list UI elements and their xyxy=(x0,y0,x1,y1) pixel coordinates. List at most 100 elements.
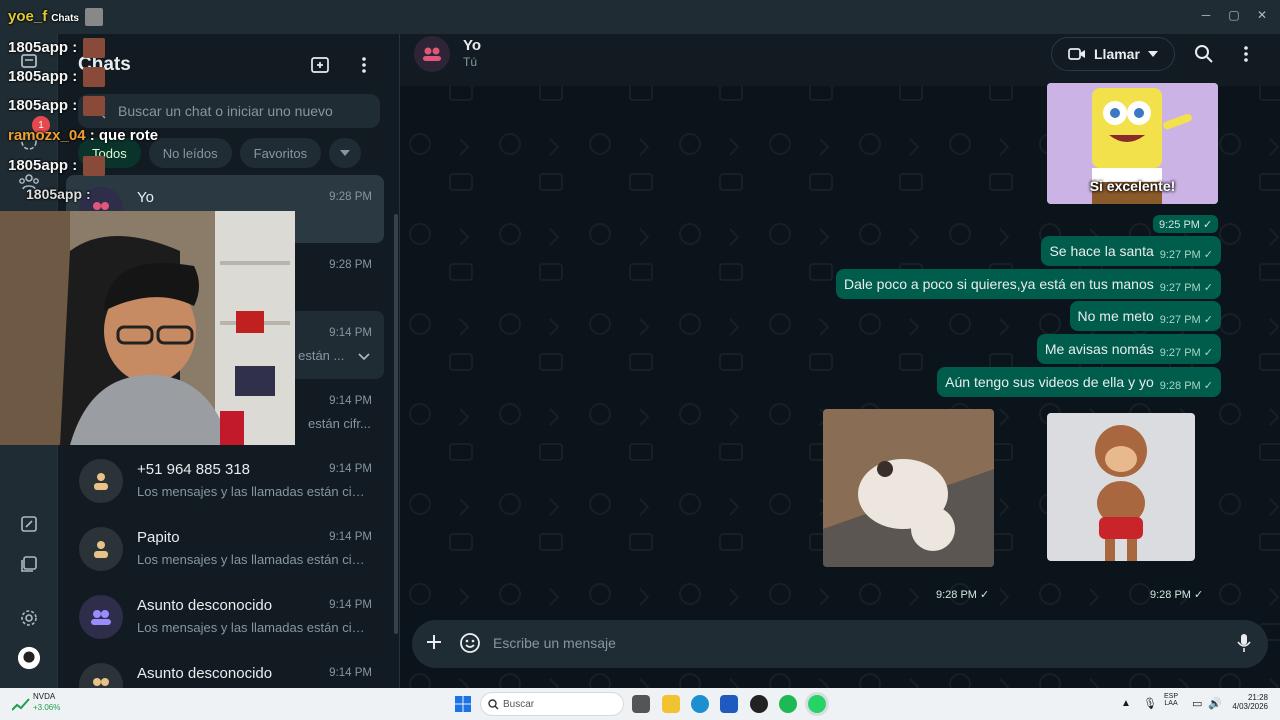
filter-favoritos[interactable]: Favoritos xyxy=(239,138,322,168)
media-gallery-icon[interactable] xyxy=(17,552,41,576)
sticker-caption: Si excelente! xyxy=(1089,178,1176,194)
menu-kebab-icon[interactable] xyxy=(1236,44,1256,69)
lang-top: ESP xyxy=(1164,693,1179,700)
overlay-message: 1805app : xyxy=(8,67,106,87)
message-input[interactable]: Escribe un mensaje xyxy=(493,635,616,651)
search-icon[interactable] xyxy=(1194,44,1214,69)
widget-change: +3.06% xyxy=(33,703,61,712)
emote-image xyxy=(83,96,106,116)
task-view-icon[interactable] xyxy=(632,695,650,713)
chat-row[interactable]: Asunto desconocido 9:14 PM Los mensajes … xyxy=(66,583,384,651)
message-text: Se hace la santa xyxy=(1049,243,1154,259)
overlay-user: ramozx_04 xyxy=(8,127,86,144)
filter-no-leidos[interactable]: No leídos xyxy=(148,138,232,168)
message-bubble[interactable]: No me meto 9:27 PM ✓ xyxy=(1069,301,1221,331)
search-icon xyxy=(488,699,499,710)
menu-kebab-icon[interactable] xyxy=(353,54,377,78)
chat-time: 9:14 PM xyxy=(329,395,372,407)
group-avatar-icon[interactable] xyxy=(414,36,450,72)
chat-row[interactable]: Asunto desconocido 9:14 PM xyxy=(66,651,384,688)
message-bubble[interactable]: Se hace la santa 9:27 PM ✓ xyxy=(1041,236,1221,266)
chat-name: Yo xyxy=(137,189,154,206)
new-chat-icon[interactable] xyxy=(309,54,333,78)
message-time: 9:25 PM ✓ xyxy=(1153,215,1219,233)
title-bar: ─ ▢ ✕ xyxy=(0,0,1280,34)
filter-more-button[interactable] xyxy=(329,138,362,168)
call-label: Llamar xyxy=(1094,46,1140,62)
message-composer: Escribe un mensaje xyxy=(412,620,1268,668)
call-button[interactable]: Llamar xyxy=(1051,37,1175,71)
chevron-down-icon[interactable] xyxy=(358,348,370,366)
chat-list-scrollbar[interactable] xyxy=(394,214,398,634)
gif-puppy-image[interactable] xyxy=(823,409,994,567)
microphone-icon[interactable] xyxy=(1236,632,1252,659)
taskbar-search-label: Buscar xyxy=(503,698,535,710)
webcam-overlay xyxy=(0,211,295,445)
overlay-text: : que rote xyxy=(89,127,159,144)
whatsapp-icon[interactable] xyxy=(808,695,826,713)
chevron-down-icon xyxy=(340,150,351,156)
person-avatar-icon xyxy=(79,527,123,571)
contact-name[interactable]: Yo xyxy=(463,37,481,54)
network-icon[interactable]: ▭ xyxy=(1192,697,1202,710)
taskbar-search[interactable]: Buscar xyxy=(480,692,624,716)
overlay-user: yoe_f xyxy=(8,8,48,25)
message-text: No me meto xyxy=(1077,308,1154,324)
message-bubble[interactable]: Me avisas nomás 9:27 PM ✓ xyxy=(1036,334,1221,364)
chart-trend-icon xyxy=(12,698,30,711)
chat-time: 9:28 PM xyxy=(329,191,372,203)
group-avatar-icon xyxy=(79,663,123,688)
search-input[interactable]: Buscar un chat o iniciar uno nuevo xyxy=(78,94,380,128)
video-camera-icon xyxy=(1068,48,1085,60)
language-indicator[interactable]: ESP LAA xyxy=(1164,693,1178,707)
obs-icon[interactable] xyxy=(750,695,768,713)
message-text: Aún tengo sus videos de ella y yo xyxy=(945,374,1154,390)
starred-messages-icon[interactable] xyxy=(17,512,41,536)
emoji-sticker-icon[interactable] xyxy=(459,632,481,659)
group-avatar-icon xyxy=(79,595,123,639)
profile-avatar[interactable] xyxy=(17,646,41,670)
clock[interactable]: 21:28 4/03/2026 xyxy=(1226,693,1268,711)
chat-row[interactable]: Papito 9:14 PM Los mensajes y las llamad… xyxy=(66,515,384,583)
chat-time: 9:14 PM xyxy=(329,327,372,339)
chevron-up-icon[interactable]: ▲ xyxy=(1121,698,1131,709)
message-time: 9:28 PM ✓ xyxy=(936,588,990,601)
overlay-text: : xyxy=(85,186,91,202)
clock-time: 21:28 xyxy=(1247,693,1268,702)
overlay-message: ramozx_04 : que rote xyxy=(8,127,158,144)
emote-image xyxy=(83,156,106,176)
overlay-text: : xyxy=(72,67,78,85)
chat-time: 9:14 PM xyxy=(329,531,372,543)
overlay-message: 1805app : xyxy=(8,156,106,176)
chat-name: Asunto desconocido xyxy=(137,665,273,682)
conversation-header: Yo Tú Llamar xyxy=(400,34,1280,86)
minimize-button[interactable]: ─ xyxy=(1196,8,1216,22)
settings-gear-icon[interactable] xyxy=(17,606,41,630)
volume-icon[interactable]: 🔊 xyxy=(1208,697,1222,710)
message-bubble[interactable]: Aún tengo sus videos de ella y yo 9:28 P… xyxy=(937,367,1221,397)
gif-monkey-image[interactable] xyxy=(1047,413,1195,561)
windows-start-icon[interactable] xyxy=(455,696,473,714)
microphone-icon[interactable]: 🎙 xyxy=(1143,697,1157,710)
message-bubble[interactable]: Dale poco a poco si quieres,ya está en t… xyxy=(836,269,1221,299)
sticker-image[interactable]: Si excelente! xyxy=(1047,83,1218,204)
file-explorer-icon[interactable] xyxy=(662,695,680,713)
overlay-user: 1805app xyxy=(8,96,69,114)
attach-plus-icon[interactable] xyxy=(424,632,444,657)
store-icon[interactable] xyxy=(720,695,738,713)
chat-time: 9:14 PM xyxy=(329,667,372,679)
clock-date: 4/03/2026 xyxy=(1232,702,1268,711)
chat-name: Asunto desconocido xyxy=(137,597,273,614)
close-button[interactable]: ✕ xyxy=(1252,8,1272,22)
conversation-panel: Yo Tú Llamar Si excelente! 9:25 PM ✓ Se … xyxy=(400,34,1280,688)
chat-row[interactable]: +51 964 885 318 9:14 PM Los mensajes y l… xyxy=(66,447,384,515)
maximize-button[interactable]: ▢ xyxy=(1224,8,1244,22)
chat-preview: Los mensajes y las llamadas están cifr..… xyxy=(137,620,367,635)
overlay-message: 1805app : xyxy=(26,186,91,202)
chat-name: Papito xyxy=(137,529,180,546)
chat-preview: Los mensajes y las llamadas están cifr..… xyxy=(137,484,367,499)
search-placeholder: Buscar un chat o iniciar uno nuevo xyxy=(118,103,333,119)
edge-browser-icon[interactable] xyxy=(691,695,709,713)
spotify-icon[interactable] xyxy=(779,695,797,713)
message-time: 9:27 PM ✓ xyxy=(1159,248,1213,261)
